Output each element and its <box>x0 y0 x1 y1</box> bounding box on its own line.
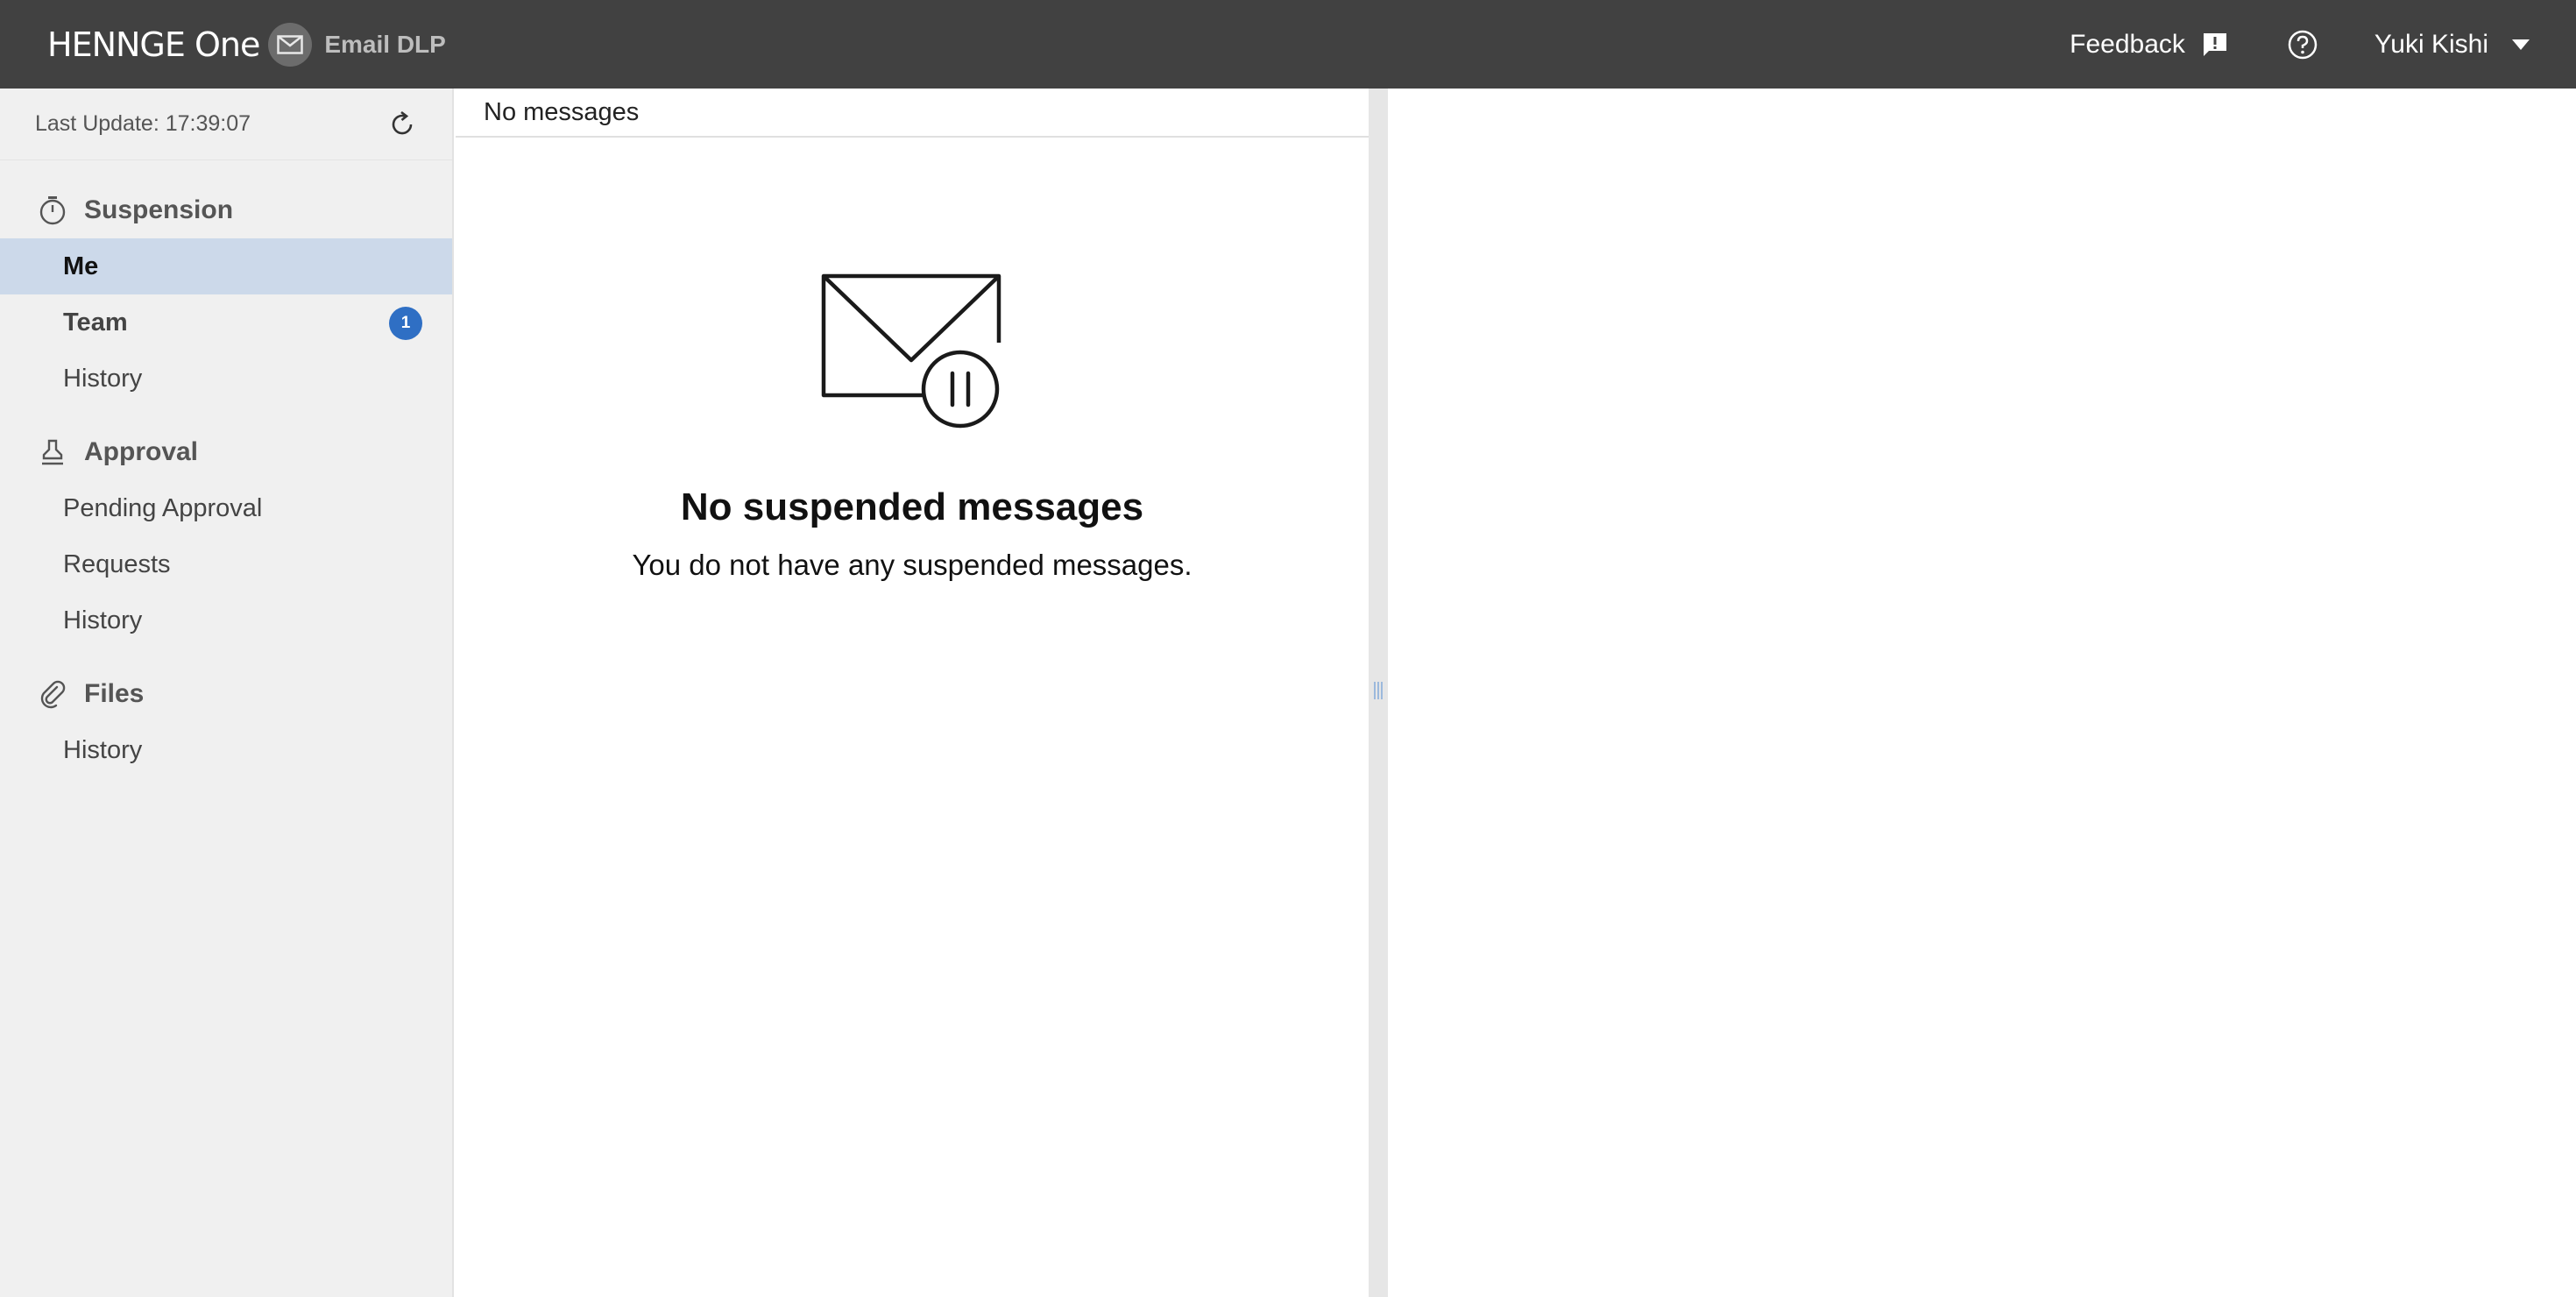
paperclip-icon <box>37 679 68 709</box>
sidebar-item-label: History <box>63 735 143 764</box>
sidebar-item-label: Team <box>63 308 128 337</box>
refresh-icon[interactable] <box>387 110 417 139</box>
product-name: Email DLP <box>324 30 446 58</box>
count-badge: 1 <box>389 307 422 340</box>
sidebar-item-suspension-history[interactable]: History <box>0 351 452 407</box>
sidebar-item-label: Pending Approval <box>63 493 263 522</box>
last-update-text: Last Update: 17:39:07 <box>35 111 251 136</box>
sidebar: Last Update: 17:39:07 Suspension Me Team… <box>0 89 454 1297</box>
sidebar-item-files-history[interactable]: History <box>0 722 452 778</box>
section-title-suspension: Suspension <box>84 195 234 224</box>
brand-logo[interactable]: HENNGE One Email DLP <box>47 22 446 67</box>
mail-icon <box>268 22 313 67</box>
empty-title: No suspended messages <box>680 485 1144 528</box>
user-menu[interactable]: Yuki Kishi <box>2374 30 2530 60</box>
user-name: Yuki Kishi <box>2374 29 2488 59</box>
pane-resize-handle[interactable] <box>1369 89 1388 1297</box>
top-bar: HENNGE One Email DLP Feedback Yuki Kishi <box>0 0 2576 89</box>
section-files: Files <box>0 666 452 722</box>
sidebar-item-approval-history[interactable]: History <box>0 592 452 648</box>
last-update-bar: Last Update: 17:39:07 <box>0 89 452 160</box>
feedback-button[interactable]: Feedback <box>2070 30 2229 60</box>
sidebar-item-label: History <box>63 364 143 393</box>
stopwatch-icon <box>37 195 68 226</box>
sidebar-item-label: History <box>63 606 143 634</box>
empty-state: No suspended messages You do not have an… <box>456 273 1369 582</box>
caret-down-icon <box>2511 39 2530 51</box>
stamp-icon <box>37 437 68 467</box>
help-icon[interactable] <box>2287 29 2318 60</box>
suspended-mail-icon <box>820 273 1004 435</box>
feedback-icon <box>2201 31 2229 59</box>
section-approval: Approval <box>0 424 452 480</box>
message-list-pane: No messages No suspended messages You do… <box>456 89 1369 1297</box>
brand-name: HENNGE One <box>47 25 260 64</box>
list-header: No messages <box>456 89 1369 138</box>
sidebar-item-pending-approval[interactable]: Pending Approval <box>0 480 452 536</box>
feedback-label: Feedback <box>2070 29 2185 59</box>
empty-text: You do not have any suspended messages. <box>632 549 1192 581</box>
sidebar-item-requests[interactable]: Requests <box>0 536 452 592</box>
section-title-files: Files <box>84 679 145 708</box>
message-preview-pane <box>1388 89 2576 1297</box>
grip-icon <box>1373 681 1384 705</box>
sidebar-item-label: Requests <box>63 549 171 578</box>
section-title-approval: Approval <box>84 437 199 466</box>
sidebar-item-label: Me <box>63 252 99 280</box>
sidebar-item-me[interactable]: Me <box>0 238 452 294</box>
sidebar-item-team[interactable]: Team 1 <box>0 294 452 351</box>
section-suspension: Suspension <box>0 182 452 238</box>
